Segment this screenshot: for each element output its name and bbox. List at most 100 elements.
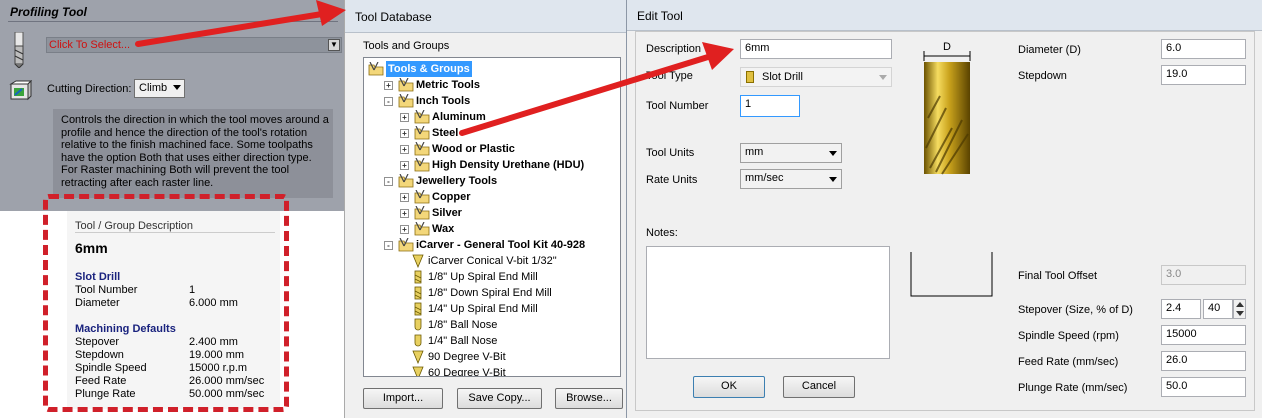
- spin-up-icon[interactable]: [1236, 302, 1244, 307]
- plunge-rate-input[interactable]: 50.0: [1161, 377, 1246, 397]
- tool-number-input[interactable]: 1: [740, 95, 800, 117]
- stepdown-input[interactable]: 19.0: [1161, 65, 1246, 85]
- diameter-field-label: Diameter (D): [1018, 44, 1081, 56]
- notes-textarea[interactable]: [646, 246, 890, 359]
- folder-tool-icon: [414, 142, 430, 156]
- tree-item[interactable]: Tools & Groups: [364, 61, 620, 77]
- title-divider: [8, 21, 338, 22]
- end-mill-icon: [414, 286, 422, 300]
- folder-tool-icon: [398, 78, 414, 92]
- help-text-box: Controls the direction in which the tool…: [53, 109, 333, 198]
- tree-item[interactable]: 1/8" Up Spiral End Mill: [364, 269, 620, 285]
- diameter-label: D: [943, 41, 951, 53]
- tree-item[interactable]: + Aluminum: [364, 109, 620, 125]
- tree-item[interactable]: 90 Degree V-Bit: [364, 349, 620, 365]
- description-label: Description: [646, 43, 702, 55]
- tree-item[interactable]: 1/8" Down Spiral End Mill: [364, 285, 620, 301]
- expand-icon[interactable]: +: [400, 193, 409, 202]
- help-line: retracting after each raster line.: [61, 176, 214, 189]
- tree-item[interactable]: + Wood or Plastic: [364, 141, 620, 157]
- cutting-direction-select[interactable]: Climb: [134, 79, 185, 98]
- annotation-dashed-outline: [43, 194, 289, 412]
- expand-icon[interactable]: +: [400, 113, 409, 122]
- tree-item-label: 1/4" Up Spiral End Mill: [428, 303, 538, 315]
- end-mill-icon: [414, 270, 422, 284]
- rate-units-label: Rate Units: [646, 174, 698, 186]
- browse-button[interactable]: Browse...: [555, 388, 623, 409]
- collapse-icon[interactable]: -: [384, 177, 393, 186]
- import-button[interactable]: Import...: [363, 388, 443, 409]
- feed-rate-label: Feed Rate (mm/sec): [1018, 356, 1119, 368]
- tree-item-label: Steel: [432, 127, 459, 139]
- end-mill-icon: [14, 32, 24, 68]
- tree-item[interactable]: 1/4" Ball Nose: [364, 333, 620, 349]
- tree-item[interactable]: 60 Degree V-Bit: [364, 365, 620, 376]
- tree-item[interactable]: 1/8" Ball Nose: [364, 317, 620, 333]
- tree-item-label: 90 Degree V-Bit: [428, 351, 506, 363]
- description-input[interactable]: 6mm: [740, 39, 892, 59]
- folder-tool-icon: [414, 190, 430, 204]
- expand-icon[interactable]: +: [400, 209, 409, 218]
- help-line: have the option Both that uses either di…: [61, 151, 312, 164]
- expand-icon[interactable]: +: [400, 161, 409, 170]
- chevron-down-icon: [829, 151, 837, 156]
- collapse-icon[interactable]: -: [384, 241, 393, 250]
- rate-units-select[interactable]: mm/sec: [740, 169, 842, 189]
- expand-icon[interactable]: +: [400, 129, 409, 138]
- tree-item[interactable]: + Wax: [364, 221, 620, 237]
- diameter-input[interactable]: 6.0: [1161, 39, 1246, 59]
- tool-select[interactable]: Click To Select... ▼: [46, 37, 342, 53]
- tool-units-value: mm: [745, 146, 764, 158]
- expand-icon[interactable]: +: [400, 145, 409, 154]
- window-title: Tool Database: [355, 10, 432, 24]
- plunge-rate-label: Plunge Rate (mm/sec): [1018, 382, 1128, 394]
- tree-item-label: iCarver - General Tool Kit 40-928: [416, 239, 586, 251]
- tree-item[interactable]: + High Density Urethane (HDU): [364, 157, 620, 173]
- tree-item-label: Silver: [432, 207, 462, 219]
- folder-tool-icon: [368, 62, 384, 76]
- expand-icon[interactable]: +: [384, 81, 393, 90]
- tree-item[interactable]: + Metric Tools: [364, 77, 620, 93]
- chevron-down-icon: [173, 85, 181, 90]
- ok-button[interactable]: OK: [693, 376, 765, 398]
- dropdown-arrow-icon[interactable]: ▼: [328, 39, 340, 51]
- stepover-size-input[interactable]: 2.4: [1161, 299, 1201, 319]
- tree-item-label: Copper: [432, 191, 471, 203]
- tree-item[interactable]: + Steel: [364, 125, 620, 141]
- tree-item[interactable]: + Silver: [364, 205, 620, 221]
- tool-select-placeholder: Click To Select...: [49, 39, 131, 51]
- profiling-header: Profiling Tool Click To Select... ▼ Cutt…: [0, 0, 344, 211]
- tree-item-label: Wood or Plastic: [432, 143, 515, 155]
- tree-item[interactable]: - Inch Tools: [364, 93, 620, 109]
- spindle-speed-input[interactable]: 15000: [1161, 325, 1246, 345]
- tool-tree[interactable]: Tools & Groups + Metric Tools - Inch Tools + A…: [363, 57, 621, 377]
- tool-number-label: Tool Number: [646, 100, 709, 112]
- help-line: Controls the direction in which the tool…: [61, 114, 329, 126]
- folder-tool-icon: [414, 126, 430, 140]
- collapse-icon[interactable]: -: [384, 97, 393, 106]
- tree-item[interactable]: - iCarver - General Tool Kit 40-928: [364, 237, 620, 253]
- v-bit-icon: [412, 366, 424, 376]
- tree-item[interactable]: iCarver Conical V-bit 1/32": [364, 253, 620, 269]
- save-copy-button[interactable]: Save Copy...: [457, 388, 542, 409]
- stepover-label: Stepover (Size, % of D): [1018, 304, 1133, 316]
- tree-item[interactable]: - Jewellery Tools: [364, 173, 620, 189]
- chevron-down-icon: [879, 75, 887, 80]
- stepover-percent-input[interactable]: 40: [1203, 299, 1233, 319]
- expand-icon[interactable]: +: [400, 225, 409, 234]
- tree-item-label: 1/8" Up Spiral End Mill: [428, 271, 538, 283]
- tree-item[interactable]: + Copper: [364, 189, 620, 205]
- tree-item[interactable]: 1/4" Up Spiral End Mill: [364, 301, 620, 317]
- tool-units-select[interactable]: mm: [740, 143, 842, 163]
- tree-item-label: Aluminum: [432, 111, 486, 123]
- edit-tool-form: Description 6mm Tool Type Slot Drill Too…: [635, 31, 1255, 411]
- cutting-direction-label: Cutting Direction:: [47, 83, 132, 95]
- folder-tool-icon: [414, 206, 430, 220]
- tree-item-label: 1/8" Down Spiral End Mill: [428, 287, 552, 299]
- spin-down-icon[interactable]: [1236, 311, 1244, 316]
- cancel-button[interactable]: Cancel: [783, 376, 855, 398]
- stepover-spinner[interactable]: [1233, 299, 1246, 319]
- feed-rate-input[interactable]: 26.0: [1161, 351, 1246, 371]
- edit-tool-window: Edit Tool Description 6mm Tool Type Slot…: [626, 0, 1262, 418]
- offset-diagram: [910, 252, 993, 297]
